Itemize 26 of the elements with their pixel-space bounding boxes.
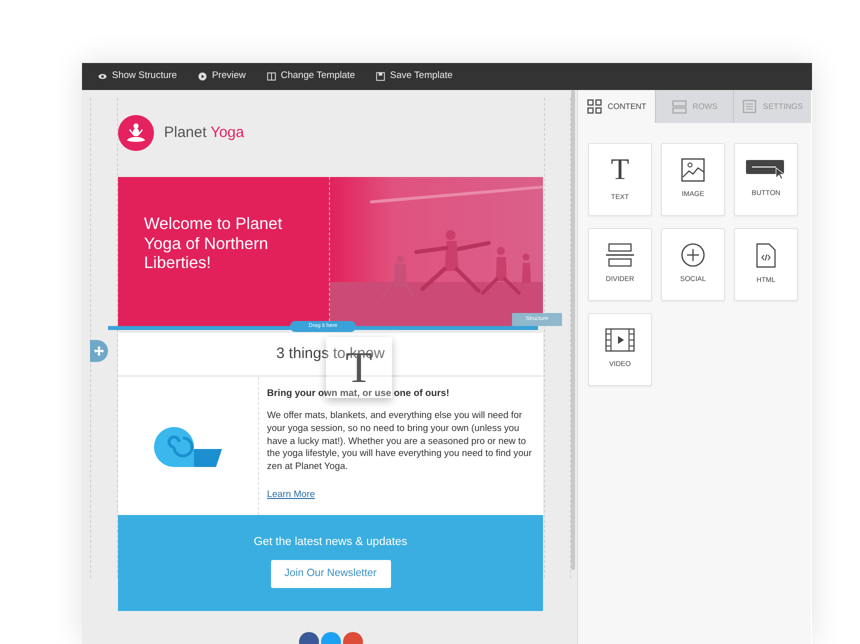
brand-name: Planet Yoga — [164, 122, 244, 143]
learn-more-link[interactable]: Learn More — [267, 488, 315, 500]
plus-circle-icon — [681, 243, 705, 268]
film-icon — [605, 328, 635, 352]
newsletter-button[interactable]: Join Our Newsletter — [270, 560, 390, 588]
newsletter-title: Get the latest news & updates — [254, 535, 408, 550]
toolbar-button[interactable]: Show Structure — [98, 69, 189, 84]
layout-icon — [266, 72, 276, 81]
toolbar-button[interactable]: Preview — [198, 69, 258, 84]
image-icon — [681, 158, 705, 182]
divider-icon — [606, 243, 634, 268]
toolbar-button[interactable]: Change Template — [266, 69, 368, 84]
toolbar-button[interactable]: Save Template — [376, 69, 465, 84]
eye-icon — [98, 72, 107, 81]
button-icon — [746, 159, 786, 182]
item-body: We offer mats, blankets, and everything else you will need for your yoga session, so no need to bring your own (unless you have a lucky mat!). Whether you are a seasoned pro or new to the yoga lifestyle, you will have everything you need to find your zen at Planet Yoga. — [267, 409, 533, 472]
grid-icon — [586, 99, 602, 114]
item-heading: Bring your own mat, or use one of ours! — [267, 387, 450, 401]
move-handle[interactable] — [90, 340, 108, 362]
rows-icon — [672, 99, 687, 114]
code-file-icon — [756, 242, 776, 268]
hero-title: Welcome to Planet Yoga of Northern Liberties! — [144, 215, 284, 274]
settings-icon — [742, 99, 757, 114]
save-icon — [376, 72, 386, 81]
play-icon — [198, 72, 207, 81]
logo-icon — [118, 115, 154, 151]
